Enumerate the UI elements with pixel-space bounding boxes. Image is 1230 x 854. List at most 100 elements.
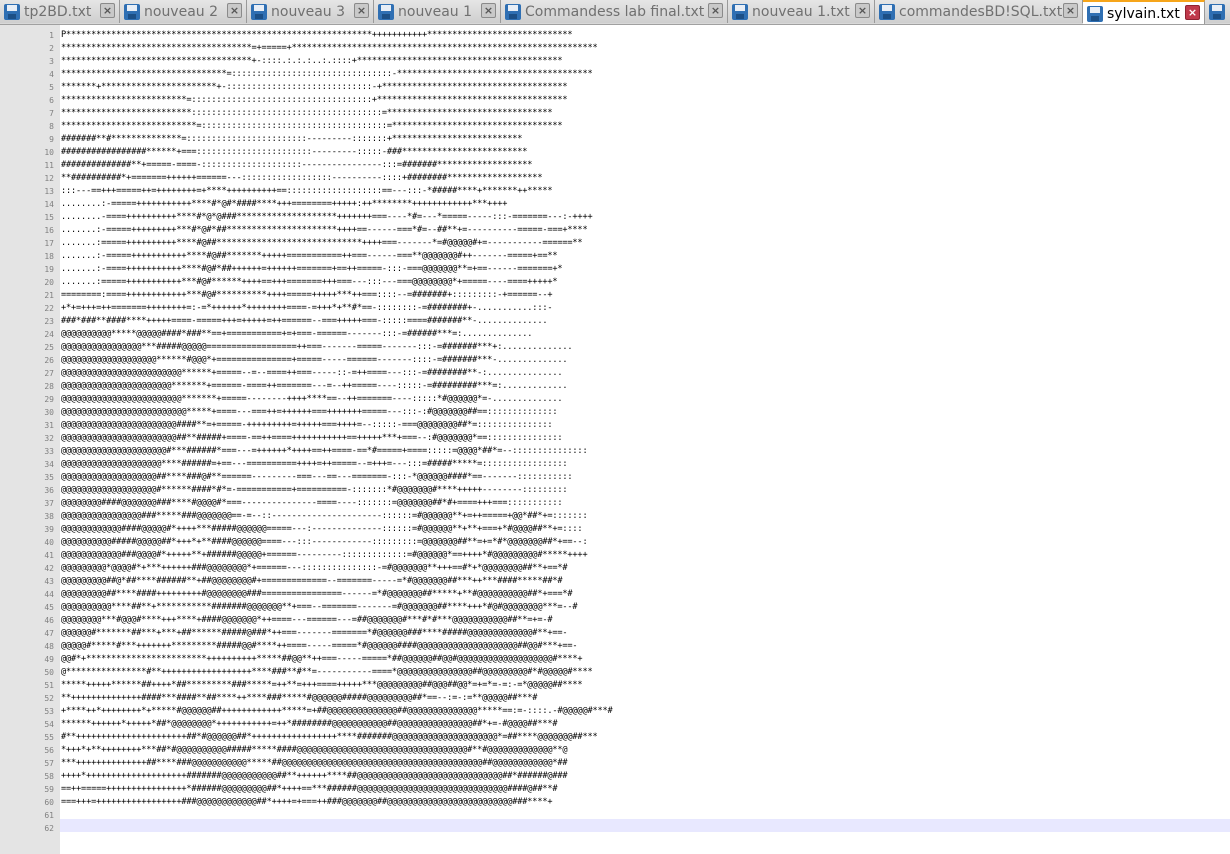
text-line[interactable]: ******++++++*+++++*##*@@@@@@@@*+++++++++… <box>61 718 613 731</box>
text-line[interactable]: @@@@@@@@@@@@@@@@@@@@@@@##**#####+====-==… <box>61 432 613 445</box>
text-line[interactable]: **++++++++++++++####***####**##****++***… <box>61 692 613 705</box>
text-line[interactable]: ........:-=====+++++++++++****#*@#*####*… <box>61 198 613 211</box>
close-tab-icon[interactable]: × <box>708 3 723 18</box>
line-number: 27 <box>44 369 54 378</box>
tab-label: nouveau 1.txt <box>752 3 850 20</box>
tab-8[interactable] <box>1205 0 1230 23</box>
text-line[interactable]: @@@@@@@@@@@@@@@@@@@#******####*#*=-=====… <box>61 484 613 497</box>
tab-3[interactable]: nouveau 1 × <box>374 0 501 23</box>
text-line[interactable]: P***************************************… <box>61 29 613 42</box>
tab-label: nouveau 1 <box>398 3 473 20</box>
text-line[interactable]: @****************#**++++++++++++++++++**… <box>61 666 613 679</box>
text-line[interactable]: @@@@@@@@@*@@@@#*+***++++++###@@@@@@@@*+=… <box>61 562 613 575</box>
text-line[interactable] <box>61 822 613 835</box>
text-line[interactable]: @@@@@@@@@@#####@@@@@##*+++*+**####@@@@@@… <box>61 536 613 549</box>
text-line[interactable]: .......:-=====+++++++++***#*@#*##*******… <box>61 224 613 237</box>
text-line[interactable]: @@@@@@@@@@@@@@@@@@@@@@@@******+=====--=-… <box>61 367 613 380</box>
text-line[interactable]: @@@@@@@@@@****##**+***********#######@@@… <box>61 601 613 614</box>
tab-5[interactable]: nouveau 1.txt × <box>728 0 875 23</box>
text-line[interactable]: @@@@@@@@@@@@@@@@@@@******#@@@*+=========… <box>61 354 613 367</box>
line-number: 36 <box>44 486 54 495</box>
text-line[interactable]: *****+++++******##++++*##*********###***… <box>61 679 613 692</box>
line-number: 7 <box>49 109 54 118</box>
text-line[interactable]: .......:-=====+++++++++++****#@##*******… <box>61 250 613 263</box>
text-line[interactable] <box>61 809 613 822</box>
text-line[interactable]: ++++*++++++++++++++++++++#######@@@@@@@@… <box>61 770 613 783</box>
text-line[interactable]: ========:====++++++++++++***#@#*********… <box>61 289 613 302</box>
text-line[interactable]: :::---==+++=====++=++++++++=+****+++++++… <box>61 185 613 198</box>
editor-area[interactable]: 1 2 3 4 5 6 7 8 9 10 11 12 13 14 15 16 17 18 19 20 21 22 23 24 2… <box>0 25 1230 854</box>
line-number: 3 <box>49 57 54 66</box>
text-line[interactable]: ***++++++++++++++##****###@@@@@@@@@@@***… <box>61 757 613 770</box>
close-tab-icon[interactable]: × <box>855 3 870 18</box>
text-line[interactable]: **************************************+-… <box>61 55 613 68</box>
text-line[interactable]: @@@@@@@@***#@@@#****+++****+####@@@@@@@*… <box>61 614 613 627</box>
text-line[interactable]: **************************************=+… <box>61 42 613 55</box>
text-line[interactable]: @@@@@@@@@@@@@@@@@@@@@@*******+======-===… <box>61 380 613 393</box>
text-line[interactable]: @@@@@@@@@@*****@@@@@####*###**==+=======… <box>61 328 613 341</box>
text-line[interactable] <box>61 835 613 848</box>
line-number: 8 <box>49 122 54 131</box>
tab-bar: tp2BD.txt × nouveau 2 × nouveau 3 × nouveau 1 ×… <box>0 0 1230 25</box>
close-tab-icon[interactable]: × <box>481 3 496 18</box>
text-line[interactable]: +****++*++++++++*+*****#@@@@@@##++++++++… <box>61 705 613 718</box>
text-line[interactable]: #######**#**************=:::::::::::::::… <box>61 133 613 146</box>
text-line[interactable]: @@@@@@#*******##***+***+##******#####@##… <box>61 627 613 640</box>
text-content[interactable]: P***************************************… <box>61 29 613 848</box>
close-tab-icon[interactable]: × <box>1063 3 1078 18</box>
close-tab-icon[interactable]: × <box>100 3 115 18</box>
text-line[interactable]: .......:=====++++++++++****#@##*********… <box>61 237 613 250</box>
text-line[interactable]: +*+=+++=++=======++++++++=:-=*++++++*+++… <box>61 302 613 315</box>
tab-2[interactable]: nouveau 3 × <box>247 0 374 23</box>
text-line[interactable]: @@@@@@@@@@@@@@@@@@@@@@@@*******+=====---… <box>61 393 613 406</box>
line-number: 55 <box>44 733 54 742</box>
tab-4[interactable]: Commandess lab final.txt × <box>501 0 728 23</box>
close-tab-icon[interactable]: × <box>227 3 242 18</box>
text-line[interactable]: **##########*+=======++++++======---::::… <box>61 172 613 185</box>
text-line[interactable]: @@@@@@@@@@@@@@@@@@@@@@@@@*****+====---==… <box>61 406 613 419</box>
close-tab-icon[interactable]: × <box>354 3 369 18</box>
text-line[interactable]: @@@@@@@@@@@@###@@@@#*+++++**+######@@@@@… <box>61 549 613 562</box>
tab-6[interactable]: commandesBD!SQL.txt × <box>875 0 1083 23</box>
text-line[interactable]: #################******+===:::::::::::::… <box>61 146 613 159</box>
line-number: 44 <box>44 590 54 599</box>
text-line[interactable]: ........-====++++++++++****#*@*@###*****… <box>61 211 613 224</box>
line-number: 20 <box>44 278 54 287</box>
text-line[interactable]: @@@@@@@@@@@@@@@@###*****###@@@@@@@==-=--… <box>61 510 613 523</box>
text-line[interactable]: @@@@@@@@####@@@@@@@###****#@@@@#*===----… <box>61 497 613 510</box>
text-line[interactable]: @@@@@@@@@##@*##****######**+##@@@@@@@@#+… <box>61 575 613 588</box>
text-line[interactable]: @@#*+************************++++++++++*… <box>61 653 613 666</box>
text-line[interactable]: *+++*+**++++++++***##*#@@@@@@@@@@#####**… <box>61 744 613 757</box>
tab-0[interactable]: tp2BD.txt × <box>0 0 120 23</box>
line-number: 26 <box>44 356 54 365</box>
text-line[interactable]: ##############**+=====-====-::::::::::::… <box>61 159 613 172</box>
line-number: 25 <box>44 343 54 352</box>
tab-1[interactable]: nouveau 2 × <box>120 0 247 23</box>
line-number: 5 <box>49 83 54 92</box>
text-line[interactable]: ###*###**####****+++++====-=====+++=++++… <box>61 315 613 328</box>
text-line[interactable]: @@@@@@@@@@@@####@@@@@#*++++***#####@@@@@… <box>61 523 613 536</box>
text-line[interactable]: @@@@@@@@@##****####+++++++++#@@@@@@@@###… <box>61 588 613 601</box>
text-line[interactable]: #**++++++++++++++++++++++##*#@@@@@@##*++… <box>61 731 613 744</box>
text-line[interactable]: ==++=====++++++++++++++++*######@@@@@@@@… <box>61 783 613 796</box>
text-line[interactable]: @@@@@@@@@@@@@@@@@@@@@#***######*===---=+… <box>61 445 613 458</box>
text-line[interactable]: @@@@@@@@@@@@@@@@@@@@@@@####**=+=====-+++… <box>61 419 613 432</box>
text-line[interactable]: ***************************=::::::::::::… <box>61 120 613 133</box>
text-line[interactable]: @@@@@@@@@@@@@@@@***#####@@@@@===========… <box>61 341 613 354</box>
text-line[interactable]: **************************::::::::::::::… <box>61 107 613 120</box>
tab-7[interactable]: sylvain.txt × <box>1083 0 1205 24</box>
text-line[interactable]: @@@@@@@@@@@@@@@@@@@@****######=+==---===… <box>61 458 613 471</box>
line-number: 57 <box>44 759 54 768</box>
close-tab-icon[interactable]: × <box>1185 5 1200 20</box>
tab-label: Commandess lab final.txt <box>525 3 705 20</box>
text-line[interactable]: *************************=::::::::::::::… <box>61 94 613 107</box>
text-line[interactable]: *********************************=::::::… <box>61 68 613 81</box>
text-line[interactable]: @@@@@@@@@@@@@@@@@@@##****###@#**======--… <box>61 471 613 484</box>
text-line[interactable]: *******+***********************+-:::::::… <box>61 81 613 94</box>
text-line[interactable]: ===+++=+++++++++++++++++###@@@@@@@@@@@@#… <box>61 796 613 809</box>
text-line[interactable]: .......:-====+++++++++++****#@#*##++++++… <box>61 263 613 276</box>
line-number: 56 <box>44 746 54 755</box>
line-number: 48 <box>44 642 54 651</box>
text-line[interactable]: .......:=====+++++++++++***#@#******++++… <box>61 276 613 289</box>
text-line[interactable]: @@@@@#*****#***+++++++*********#####@@#*… <box>61 640 613 653</box>
